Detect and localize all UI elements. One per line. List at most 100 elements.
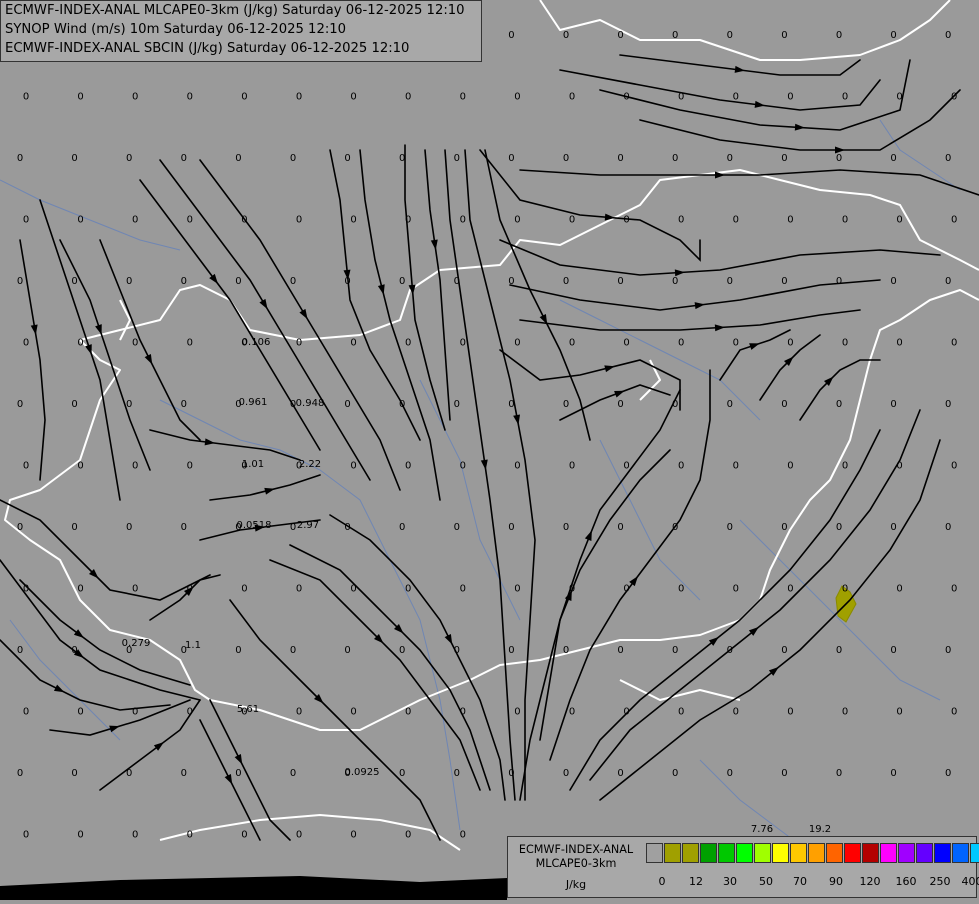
- cin-zero-label: 0: [678, 707, 684, 718]
- cin-zero-label: 0: [945, 768, 951, 779]
- cin-zero-label: 0: [454, 399, 460, 410]
- cin-zero-label: 0: [836, 153, 842, 164]
- cin-zero-label: 0: [290, 768, 296, 779]
- cin-zero-label: 0: [77, 92, 83, 103]
- legend-tick-label: 400: [962, 875, 979, 888]
- cin-zero-label: 0: [678, 215, 684, 226]
- cin-zero-label: 0: [132, 830, 138, 841]
- cin-zero-label: 0: [836, 522, 842, 533]
- cin-zero-label: 0: [896, 92, 902, 103]
- cin-zero-label: 0: [23, 461, 29, 472]
- legend-tick-label: 160: [896, 875, 917, 888]
- title-line-wind: SYNOP Wind (m/s) 10m Saturday 06-12-2025…: [1, 20, 481, 39]
- cin-zero-label: 0: [296, 830, 302, 841]
- cin-zero-label: 0: [405, 830, 411, 841]
- cin-zero-label: 0: [405, 215, 411, 226]
- cin-zero-label: 0: [623, 461, 629, 472]
- legend-tick-label: 30: [723, 875, 737, 888]
- cin-zero-label: 0: [399, 153, 405, 164]
- cin-zero-label: 0: [951, 338, 957, 349]
- cin-zero-label: 0: [733, 338, 739, 349]
- cin-zero-label: 0: [71, 153, 77, 164]
- legend-tick-label: 0: [659, 875, 666, 888]
- cin-zero-label: 0: [132, 707, 138, 718]
- cin-zero-label: 0: [945, 276, 951, 287]
- cin-zero-label: 0: [672, 276, 678, 287]
- cin-zero-label: 0: [514, 584, 520, 595]
- legend-tick-label: 12: [689, 875, 703, 888]
- cin-zero-label: 0: [672, 153, 678, 164]
- cin-zero-label: 0: [569, 338, 575, 349]
- cin-zero-label: 0: [617, 30, 623, 41]
- cin-zero-label: 0: [727, 153, 733, 164]
- cin-zero-label: 0: [132, 215, 138, 226]
- cin-zero-label: 0: [836, 276, 842, 287]
- weather-map: 0 0 0 0 0 0 0 0 0 0 0 0 0 0 0 0 0 0 0 0 0 0 0 0 0 0 0 0 0 0 0 0 0 0 0 0 0 0 0 0…: [0, 0, 979, 900]
- cin-zero-label: 0: [890, 153, 896, 164]
- cin-value-label: 1.01: [242, 459, 264, 470]
- cin-zero-label: 0: [727, 645, 733, 656]
- cin-zero-label: 0: [181, 399, 187, 410]
- cin-zero-label: 0: [181, 768, 187, 779]
- cin-zero-label: 0: [296, 707, 302, 718]
- cin-zero-label: 0: [181, 276, 187, 287]
- cin-zero-label: 0: [350, 92, 356, 103]
- cin-zero-label: 0: [132, 461, 138, 472]
- cin-zero-label: 0: [344, 399, 350, 410]
- cin-value-label: 19.2: [809, 824, 831, 835]
- legend-tick-label: 120: [860, 875, 881, 888]
- cin-zero-label: 0: [17, 153, 23, 164]
- cin-zero-label: 0: [890, 768, 896, 779]
- legend-swatch: [808, 843, 825, 863]
- legend-swatches: [646, 843, 979, 865]
- cin-zero-label: 0: [896, 338, 902, 349]
- cin-value-label: 0.948: [296, 398, 325, 409]
- cin-zero-label: 0: [290, 153, 296, 164]
- cin-zero-label: 0: [678, 338, 684, 349]
- legend-swatch: [646, 843, 663, 863]
- legend-tick-label: 250: [930, 875, 951, 888]
- cin-zero-label: 0: [405, 461, 411, 472]
- cin-zero-label: 0: [241, 830, 247, 841]
- cin-zero-label: 0: [235, 153, 241, 164]
- cin-zero-label: 0: [569, 461, 575, 472]
- cin-zero-label: 0: [344, 522, 350, 533]
- cin-zero-label: 0: [890, 276, 896, 287]
- cin-zero-label: 0: [951, 584, 957, 595]
- cin-zero-label: 0: [399, 768, 405, 779]
- cin-zero-label: 0: [350, 215, 356, 226]
- cin-zero-label: 0: [514, 215, 520, 226]
- cin-zero-label: 0: [460, 830, 466, 841]
- cin-zero-label: 0: [951, 92, 957, 103]
- cin-zero-label: 0: [241, 92, 247, 103]
- cin-zero-label: 0: [454, 768, 460, 779]
- cin-zero-label: 0: [617, 522, 623, 533]
- legend-tick-label: 50: [759, 875, 773, 888]
- cin-value-label: 0.0925: [345, 767, 380, 778]
- legend-swatch: [826, 843, 843, 863]
- cin-zero-label: 0: [945, 645, 951, 656]
- cin-zero-label: 0: [454, 645, 460, 656]
- cin-zero-label: 0: [514, 338, 520, 349]
- cin-zero-label: 0: [235, 645, 241, 656]
- cin-zero-label: 0: [235, 276, 241, 287]
- cin-zero-label: 0: [187, 830, 193, 841]
- cin-zero-label: 0: [344, 276, 350, 287]
- cin-zero-label: 0: [77, 215, 83, 226]
- legend-title-line-1: ECMWF-INDEX-ANAL: [510, 843, 642, 857]
- cin-zero-label: 0: [781, 153, 787, 164]
- cin-zero-label: 0: [569, 92, 575, 103]
- legend-tick-label: 90: [829, 875, 843, 888]
- cin-zero-label: 0: [344, 645, 350, 656]
- cin-zero-label: 0: [678, 92, 684, 103]
- cin-zero-label: 0: [350, 830, 356, 841]
- cin-zero-label: 0: [187, 338, 193, 349]
- legend-swatch: [862, 843, 879, 863]
- cin-zero-label: 0: [563, 645, 569, 656]
- cin-zero-label: 0: [787, 461, 793, 472]
- cin-zero-label: 0: [23, 707, 29, 718]
- cin-value-label: 0.961: [239, 397, 268, 408]
- legend-title: ECMWF-INDEX-ANAL MLCAPE0-3km: [510, 843, 642, 871]
- cin-zero-label: 0: [787, 338, 793, 349]
- cin-zero-label: 0: [672, 768, 678, 779]
